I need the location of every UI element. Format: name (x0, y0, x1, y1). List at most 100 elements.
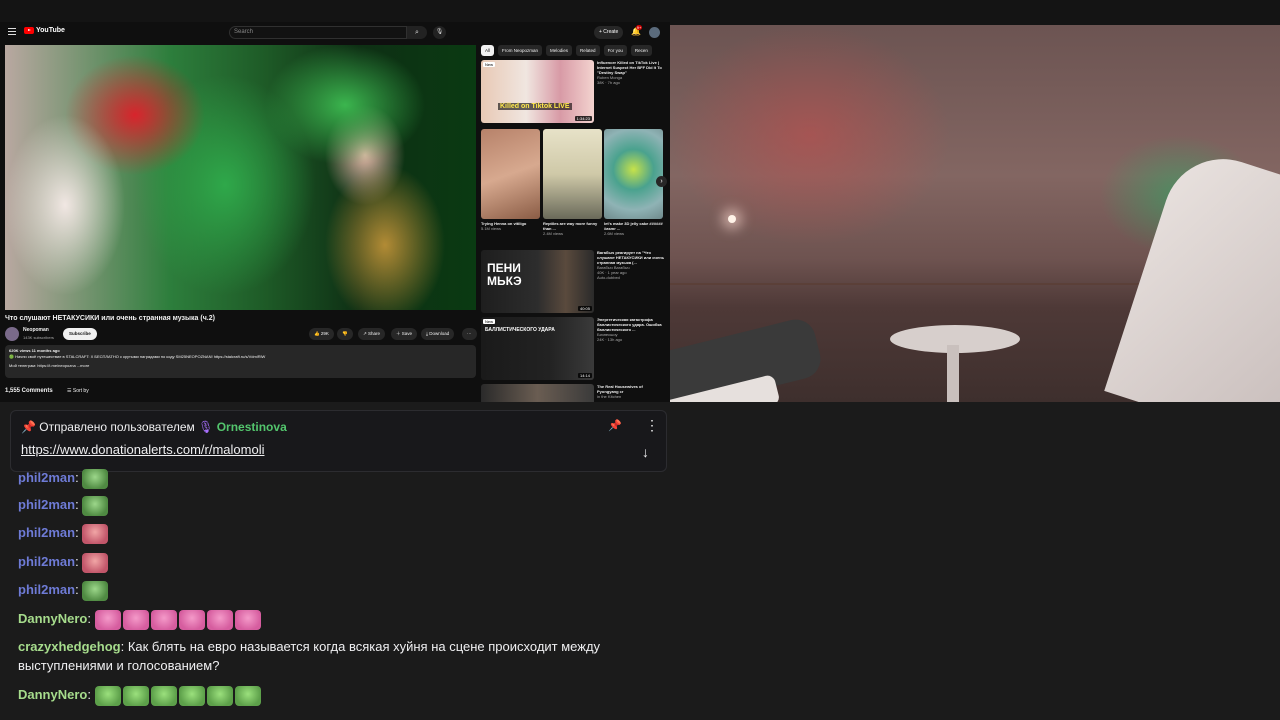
subscribe-button[interactable]: Subscribe (63, 328, 97, 340)
frog-emote-icon[interactable] (82, 523, 109, 544)
chip-melodies[interactable]: Melodies (546, 45, 573, 56)
sort-button[interactable]: ☰ Sort by (67, 388, 89, 394)
search-icon[interactable]: ⌕ (407, 26, 427, 39)
chip-all[interactable]: All (481, 45, 495, 56)
recommendation-thumbnail[interactable]: New БАЛЛИСТИЧЕСКОГО УДАРА 14:14 (481, 317, 594, 380)
chat-username[interactable]: phil2man (18, 582, 75, 597)
menu-icon[interactable] (8, 28, 16, 35)
frog-emote-icon[interactable] (82, 580, 109, 601)
chat-username[interactable]: phil2man (18, 554, 75, 569)
cat-emote-icon[interactable] (178, 685, 205, 706)
chat-username[interactable]: DannyNero (18, 687, 87, 702)
dislike-button[interactable]: 👎 (337, 328, 353, 340)
short-thumbnail[interactable] (481, 129, 540, 219)
description-line-1: 🟢 Начни своё путешествие в STALCRAFT: X … (9, 354, 266, 359)
create-button[interactable]: + Create (594, 26, 624, 39)
chair-post (947, 345, 959, 402)
cat-emote-icon[interactable] (234, 609, 261, 630)
chat-username[interactable]: DannyNero (18, 611, 87, 626)
recommendation-info[interactable]: Вагабыч реагирует на "Что слушают НЕТАКУ… (597, 250, 665, 280)
like-button[interactable]: 👍 29K (309, 328, 334, 340)
chat-message: phil2man: (18, 495, 110, 516)
account-avatar[interactable] (649, 27, 660, 38)
gaming-chair (1104, 143, 1280, 402)
chat-message: crazyxhedgehog: Как блять на евро называ… (18, 639, 601, 673)
cat-emote-icon[interactable] (234, 685, 261, 706)
chip-for-you[interactable]: For you (603, 45, 627, 56)
chat-username[interactable]: crazyxhedgehog (18, 639, 121, 654)
pinned-username[interactable]: Ornestinova (217, 420, 287, 434)
chip-related[interactable]: Related (576, 45, 600, 56)
pinned-message: 📌 Отправлено пользователем 🎙 Ornestinova… (10, 410, 667, 472)
description-line-2: Мой телеграм: https://t.me/neopozna ...m… (9, 363, 90, 368)
short-thumbnail[interactable] (604, 129, 663, 219)
recommendation-info[interactable]: Influencer Killed on TikTok Live | Inter… (597, 60, 665, 85)
cat-emote-icon[interactable] (94, 609, 121, 630)
recommendation-thumbnail[interactable] (481, 384, 594, 402)
youtube-play-icon (24, 27, 34, 34)
thumbnail-caption: ПЕНИ МЬКЭ (487, 261, 522, 288)
more-actions-icon[interactable]: ⋯ (462, 328, 477, 340)
frog-emote-icon[interactable] (82, 468, 109, 489)
video-title: Что слушают НЕТАКУСИКИ или очень странна… (5, 315, 215, 322)
lamp-light (728, 215, 736, 223)
share-button[interactable]: ↗ Share (358, 328, 386, 340)
chevron-right-icon[interactable]: › (656, 176, 667, 187)
download-button[interactable]: ⤓ Download (421, 328, 455, 340)
more-options-icon[interactable]: ⋮ (645, 417, 659, 434)
youtube-header: YouTube Search ⌕ 🎙 + Create 🔔 9+ (0, 22, 670, 44)
thumbnail-caption: БАЛЛИСТИЧЕСКОГО УДАРА (485, 327, 555, 333)
cat-emote-icon[interactable] (150, 685, 177, 706)
recommendation-info[interactable]: The Real Housewives of Pyongyang cr in t… (597, 384, 665, 399)
microphone-icon[interactable]: 🎙 (433, 26, 446, 39)
video-duration: 40:05 (577, 306, 592, 311)
recommendation-thumbnail[interactable]: New Killed on Tiktok LIVE 1:34:23 (481, 60, 594, 123)
youtube-logo[interactable]: YouTube (24, 27, 65, 34)
channel-avatar[interactable] (5, 327, 19, 341)
short-thumbnail[interactable] (543, 129, 602, 219)
new-badge: New (483, 62, 496, 67)
pin-icon[interactable]: 📌 (608, 419, 622, 432)
chat-username[interactable]: phil2man (18, 525, 75, 540)
cat-emote-icon[interactable] (94, 685, 121, 706)
short-info[interactable]: Reptiles are way more funny than ... 2.4M… (543, 221, 602, 236)
search-input[interactable]: Search (229, 26, 407, 39)
foreground-object (670, 315, 825, 402)
recommendation-info[interactable]: Энергетическая катастрофа баллистическог… (597, 317, 665, 342)
filter-chips: All From Neopozman Melodies Related For … (481, 45, 666, 57)
frog-emote-icon[interactable] (82, 495, 109, 516)
cat-emote-icon[interactable] (122, 609, 149, 630)
cat-emote-icon[interactable] (178, 609, 205, 630)
thumbs-down-icon: 👎 (342, 331, 348, 336)
chat-text: Как блять на евро называется когда всяка… (127, 639, 601, 654)
save-button[interactable]: ＋ Save (391, 328, 418, 340)
chat-message: phil2man: (18, 523, 110, 544)
chat-username[interactable]: phil2man (18, 497, 75, 512)
cat-emote-icon[interactable] (150, 609, 177, 630)
video-description[interactable]: 620K views 11 months ago 🟢 Начни своё пу… (5, 345, 476, 378)
short-info[interactable]: Trying Henna on vitiligo 5.1M views (481, 221, 540, 231)
notification-badge: 9+ (636, 25, 642, 30)
donation-link[interactable]: https://www.donationalerts.com/r/malomol… (21, 442, 264, 457)
short-info[interactable]: let's make 3D jelly cake ###### #asmr ..… (604, 221, 663, 236)
arrow-down-icon[interactable]: ↓ (642, 444, 649, 460)
youtube-window: YouTube Search ⌕ 🎙 + Create 🔔 9+ Что слу… (0, 22, 670, 402)
chat-message: phil2man: (18, 580, 110, 601)
channel-name[interactable]: Neopoman (23, 327, 49, 333)
cat-emote-icon[interactable] (206, 685, 233, 706)
recommendation-thumbnail[interactable]: ПЕНИ МЬКЭ 40:05 (481, 250, 594, 313)
video-player[interactable] (5, 45, 476, 310)
comments-count: 1,555 Comments (5, 388, 53, 394)
pinned-header: 📌 Отправлено пользователем 🎙 Ornestinova (21, 420, 287, 434)
video-duration: 1:34:23 (574, 116, 592, 121)
chip-from-channel[interactable]: From Neopozman (498, 45, 543, 56)
cat-emote-icon[interactable] (206, 609, 233, 630)
thumbs-up-icon: 👍 (314, 331, 321, 336)
chip-recent[interactable]: Recen (630, 45, 652, 56)
chat-message: DannyNero: (18, 685, 263, 706)
cat-emote-icon[interactable] (122, 685, 149, 706)
new-badge: New (483, 319, 496, 324)
video-duration: 14:14 (577, 373, 592, 378)
chat-username[interactable]: phil2man (18, 470, 75, 485)
frog-emote-icon[interactable] (82, 552, 109, 573)
